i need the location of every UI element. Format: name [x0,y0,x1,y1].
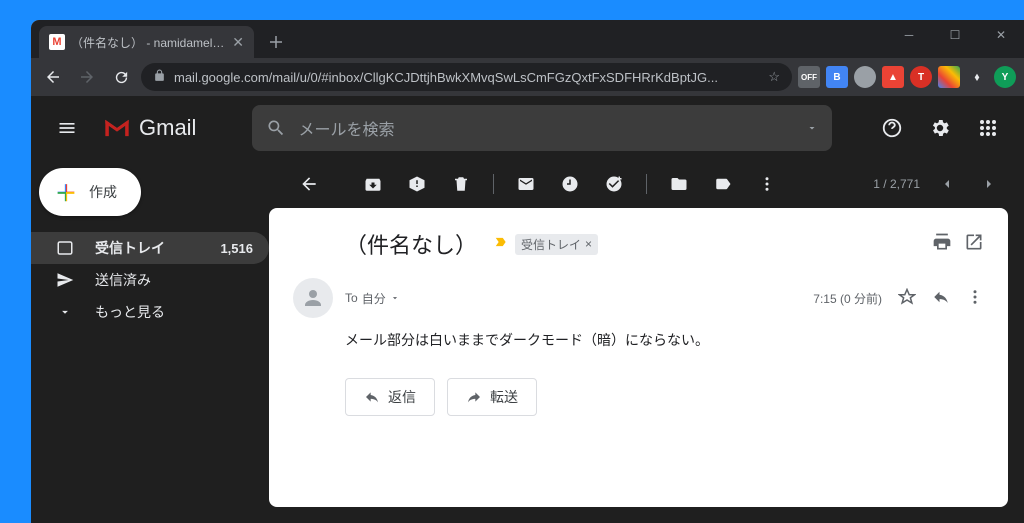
reply-icon-button[interactable] [932,288,950,309]
expand-details-icon[interactable] [390,293,400,303]
sidebar-item-more[interactable]: もっと見る [31,296,269,328]
message-more-button[interactable] [966,288,984,309]
ext-puzzle-icon[interactable]: ⬧ [966,66,988,88]
archive-button[interactable] [353,164,393,204]
inbox-label-chip[interactable]: 受信トレイ × [515,234,598,255]
ext-off-icon[interactable]: OFF [798,66,820,88]
search-placeholder: メールを検索 [298,116,794,140]
more-button[interactable] [747,164,787,204]
move-button[interactable] [659,164,699,204]
ext-g-icon[interactable] [938,66,960,88]
reload-button[interactable] [107,63,135,91]
reply-button[interactable]: 返信 [345,378,435,416]
avatar-icon[interactable]: Y [994,66,1016,88]
sent-icon [55,271,75,289]
compose-button[interactable]: ＋ 作成 [39,168,141,216]
snooze-button[interactable] [550,164,590,204]
prev-message-button[interactable] [932,164,962,204]
apps-button[interactable] [968,108,1008,148]
message-pane: （件名なし） 受信トレイ × [269,208,1008,507]
sidebar-item-label: 受信トレイ [95,238,165,258]
spam-button[interactable] [397,164,437,204]
close-button[interactable]: ✕ [978,20,1024,50]
star-button[interactable] [898,288,916,309]
sidebar-item-label: 送信済み [95,270,151,290]
gmail-favicon: M [49,34,65,50]
browser-address-bar: mail.google.com/mail/u/0/#inbox/CllgKCJD… [31,58,1024,96]
label-important-icon[interactable] [493,235,509,254]
labels-button[interactable] [703,164,743,204]
to-line[interactable]: To 自分 [345,290,400,307]
back-button[interactable] [39,63,67,91]
message-toolbar: 1 / 2,771 [269,160,1024,208]
compose-label: 作成 [89,182,117,202]
forward-button[interactable]: 転送 [447,378,537,416]
plus-icon: ＋ [55,176,77,208]
main-menu-button[interactable] [47,108,87,148]
delete-button[interactable] [441,164,481,204]
search-dropdown-icon[interactable] [806,122,818,134]
tab-close-icon[interactable]: ✕ [232,34,244,51]
search-input[interactable]: メールを検索 [252,105,832,151]
mark-unread-button[interactable] [506,164,546,204]
message-time: 7:15 (0 分前) [813,290,882,307]
print-button[interactable] [932,232,952,257]
sidebar-item-inbox[interactable]: 受信トレイ 1,516 [31,232,269,264]
ext-blue-icon[interactable]: B [826,66,848,88]
url-input[interactable]: mail.google.com/mail/u/0/#inbox/CllgKCJD… [141,63,792,91]
add-task-button[interactable] [594,164,634,204]
tab-title: （件名なし） - namidamelife@g [71,34,226,51]
inbox-count: 1,516 [220,241,253,256]
window-controls: ─ ☐ ✕ [886,20,1024,50]
minimize-button[interactable]: ─ [886,20,932,50]
forward-arrow-icon [466,389,482,405]
search-icon [266,118,286,138]
settings-button[interactable] [920,108,960,148]
browser-tab[interactable]: M （件名なし） - namidamelife@g ✕ [39,26,254,58]
sidebar: ＋ 作成 受信トレイ 1,516 送信済み [31,160,269,523]
back-to-inbox-button[interactable] [289,164,329,204]
forward-button[interactable] [73,63,101,91]
message-subject: （件名なし） [345,228,477,260]
next-message-button[interactable] [974,164,1004,204]
inbox-icon [55,239,75,257]
lock-icon [153,69,166,85]
extension-icons: OFF B ▲ T ⬧ Y [798,66,1016,88]
popup-button[interactable] [964,232,984,257]
pager-text: 1 / 2,771 [873,177,920,191]
bookmark-star-icon[interactable]: ☆ [768,69,780,85]
ext-circle-icon[interactable] [854,66,876,88]
gmail-header: Gmail メールを検索 [31,96,1024,160]
gmail-logo[interactable]: Gmail [103,115,196,141]
support-button[interactable] [872,108,912,148]
remove-label-icon[interactable]: × [585,237,592,251]
sidebar-item-label: もっと見る [95,302,165,322]
gmail-product-name: Gmail [139,115,196,141]
chevron-down-icon [55,305,75,319]
message-body: メール部分は白いままでダークモード（暗）にならない。 [293,330,984,350]
browser-titlebar: M （件名なし） - namidamelife@g ✕ ─ ☐ ✕ [31,20,1024,58]
reply-arrow-icon [364,389,380,405]
url-text: mail.google.com/mail/u/0/#inbox/CllgKCJD… [174,70,760,85]
sender-avatar[interactable] [293,278,333,318]
maximize-button[interactable]: ☐ [932,20,978,50]
sidebar-item-sent[interactable]: 送信済み [31,264,269,296]
ext-t-icon[interactable]: T [910,66,932,88]
ext-red-icon[interactable]: ▲ [882,66,904,88]
new-tab-button[interactable] [262,28,290,56]
